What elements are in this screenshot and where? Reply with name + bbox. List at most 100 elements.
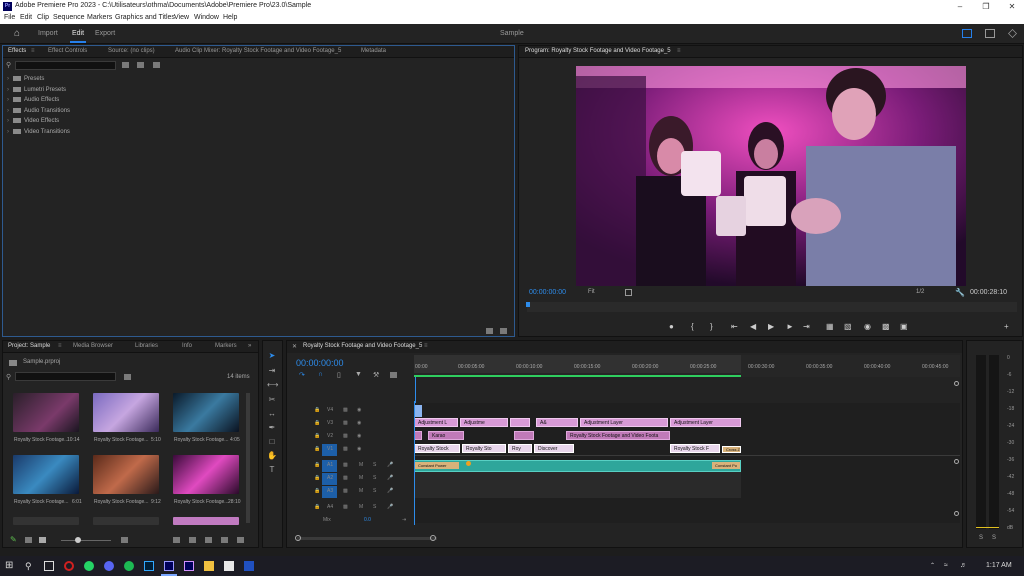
type-tool-icon[interactable]: T xyxy=(267,465,277,475)
wrench-icon[interactable]: ⚒ xyxy=(373,371,381,379)
clip-thumbnail-7[interactable] xyxy=(13,517,79,525)
go-to-out-icon[interactable]: ⇥ xyxy=(803,322,810,331)
go-to-end-icon[interactable]: ⇥ xyxy=(402,517,406,523)
selection-tool-icon[interactable]: ➤ xyxy=(267,351,277,361)
clip-thumbnail-4[interactable] xyxy=(13,455,79,494)
sync-lock-icon[interactable]: ▩ xyxy=(343,488,348,494)
home-icon[interactable]: ⌂ xyxy=(14,29,24,39)
slip-tool-icon[interactable]: ↔ xyxy=(267,409,277,419)
lock-icon[interactable]: 🔒 xyxy=(314,475,320,481)
menu-markers[interactable]: Markers xyxy=(87,14,112,21)
tab-import[interactable]: Import xyxy=(38,30,58,37)
playhead-line[interactable] xyxy=(414,401,415,525)
menu-sequence[interactable]: Sequence xyxy=(53,14,85,21)
tab-source[interactable]: Source: (no clips) xyxy=(108,48,155,54)
whatsapp-icon[interactable] xyxy=(84,561,94,571)
folder-video-effects[interactable]: › Video Effects xyxy=(7,118,59,124)
v1-clip[interactable]: Roy xyxy=(508,444,532,453)
folder-presets[interactable]: › Presets xyxy=(7,76,44,82)
search-icon[interactable]: ⚲ xyxy=(25,561,35,571)
time-ruler[interactable]: 00:00 00:00:05:00 00:00:10:00 00:00:15:0… xyxy=(414,355,960,377)
play-icon[interactable]: ▶ xyxy=(768,322,774,331)
lock-icon[interactable]: 🔒 xyxy=(314,407,320,413)
ripple-edit-tool-icon[interactable]: ⟷ xyxy=(267,380,278,390)
v2-clip[interactable] xyxy=(414,431,422,440)
mix-value[interactable]: 0.0 xyxy=(364,517,371,523)
vr-icon[interactable]: ▣ xyxy=(900,322,908,331)
keyframe-marker[interactable] xyxy=(466,461,471,466)
v3-clip[interactable]: Adjustme xyxy=(460,418,508,427)
clip-thumbnail-6[interactable] xyxy=(173,455,239,494)
v3-clip[interactable] xyxy=(510,418,530,427)
resolution-dropdown[interactable]: 1/2 xyxy=(916,289,924,295)
playhead-marker[interactable] xyxy=(526,302,530,307)
mute-button[interactable]: M xyxy=(359,475,363,481)
v1-clip[interactable]: Royalty Stock F xyxy=(670,444,720,453)
tab-media-browser[interactable]: Media Browser xyxy=(73,343,113,349)
menu-help[interactable]: Help xyxy=(223,14,237,21)
spotify-icon[interactable] xyxy=(124,561,134,571)
yuv-effects-icon[interactable] xyxy=(153,62,160,68)
clip-thumbnail-9[interactable] xyxy=(173,517,239,525)
opera-icon[interactable] xyxy=(64,561,74,571)
tab-audio-clip-mixer[interactable]: Audio Clip Mixer: Royalty Stock Footage … xyxy=(175,48,341,54)
fullscreen-icon[interactable] xyxy=(1008,29,1017,38)
marker-icon[interactable]: ▼ xyxy=(355,371,363,378)
photoshop-icon[interactable] xyxy=(144,561,154,571)
settings-icon[interactable] xyxy=(625,289,632,296)
track-select-tool-icon[interactable]: ⇥ xyxy=(267,366,277,376)
linked-selection-icon[interactable]: ∩ xyxy=(318,371,326,378)
restore-button[interactable]: ❐ xyxy=(977,1,995,12)
windows-start-icon[interactable]: ⊞ xyxy=(5,561,15,571)
tab-libraries[interactable]: Libraries xyxy=(135,343,158,349)
file-explorer-icon[interactable] xyxy=(204,561,214,571)
v3-clip[interactable]: Adjustment Layer xyxy=(580,418,668,427)
tab-info[interactable]: Info xyxy=(182,343,192,349)
menu-graphics-titles[interactable]: Graphics and Titles xyxy=(115,14,175,21)
snap-icon[interactable]: ↷ xyxy=(299,371,307,379)
wrench-icon[interactable]: 🔧 xyxy=(955,289,965,297)
clock[interactable]: 1:17 AM xyxy=(986,562,1012,569)
eye-icon[interactable]: ◉ xyxy=(357,433,361,439)
clip-thumbnail-5[interactable] xyxy=(93,455,159,494)
panel-menu-icon[interactable]: ≡ xyxy=(31,48,35,54)
effects-search-input[interactable] xyxy=(15,61,116,70)
lock-icon[interactable]: 🔒 xyxy=(314,504,320,510)
solo-button[interactable]: S xyxy=(373,475,376,481)
solo-left-button[interactable]: S xyxy=(979,535,983,541)
tab-edit[interactable]: Edit xyxy=(72,30,84,37)
transition[interactable]: Cross Zo xyxy=(722,446,741,453)
export-frame-icon[interactable]: ◉ xyxy=(864,322,871,331)
lock-icon[interactable]: 🔒 xyxy=(314,446,320,452)
mic-icon[interactable]: 🎤 xyxy=(387,462,393,468)
delete-icon[interactable] xyxy=(500,328,507,334)
mute-button[interactable]: M xyxy=(359,504,363,510)
vertical-zoom-handle[interactable] xyxy=(954,511,959,516)
sync-lock-icon[interactable]: ▩ xyxy=(343,475,348,481)
lift-icon[interactable]: ▦ xyxy=(826,322,834,331)
close-sequence-icon[interactable]: ✕ xyxy=(292,343,297,350)
mark-out-icon[interactable]: } xyxy=(710,322,713,331)
tab-effects[interactable]: Effects xyxy=(8,48,26,54)
pencil-icon[interactable]: ✎ xyxy=(10,536,17,544)
tab-effect-controls[interactable]: Effect Controls xyxy=(48,48,87,54)
fit-dropdown[interactable]: Fit xyxy=(588,289,595,295)
program-monitor-title[interactable]: Program: Royalty Stock Footage and Video… xyxy=(525,48,671,54)
solo-button[interactable]: S xyxy=(373,462,376,468)
zoom-slider[interactable] xyxy=(61,540,111,541)
panel-menu-icon[interactable]: ≡ xyxy=(424,343,428,349)
v3-clip[interactable]: Adjustment Layer xyxy=(670,418,741,427)
lock-icon[interactable]: 🔒 xyxy=(314,488,320,494)
lock-icon[interactable]: 🔒 xyxy=(314,462,320,468)
mark-in-icon[interactable]: { xyxy=(691,322,694,331)
folder-audio-transitions[interactable]: › Audio Transitions xyxy=(7,108,70,114)
volume-icon[interactable]: ♬ xyxy=(960,562,968,569)
icon-view-icon[interactable] xyxy=(39,537,46,543)
mute-button[interactable]: M xyxy=(359,488,363,494)
v4-clip[interactable] xyxy=(414,405,422,417)
v2-clip[interactable]: Royalty Stock Footage and Video Foota xyxy=(566,431,670,440)
find-icon[interactable] xyxy=(189,537,196,543)
task-view-icon[interactable] xyxy=(44,561,54,571)
clip-thumbnail-1[interactable] xyxy=(13,393,79,432)
extract-icon[interactable]: ▧ xyxy=(844,322,852,331)
